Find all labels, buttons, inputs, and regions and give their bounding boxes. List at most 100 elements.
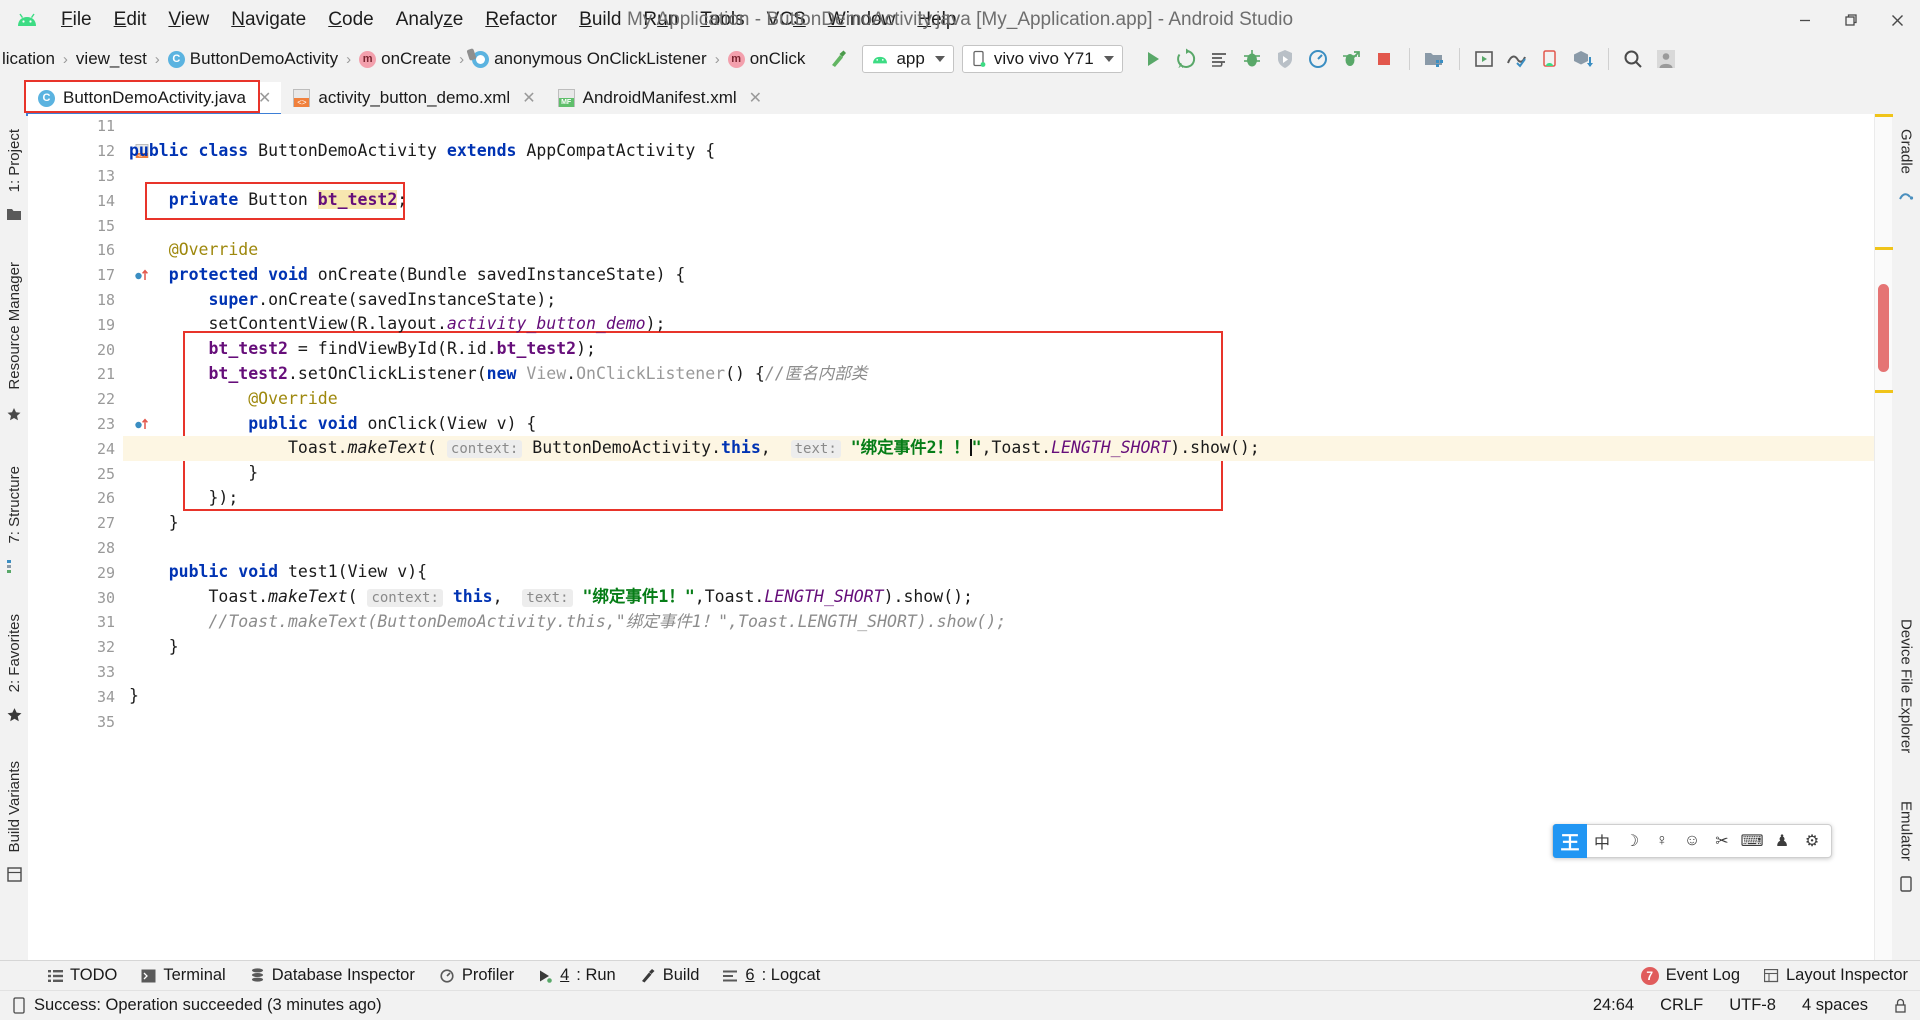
module-selector[interactable]: app (862, 45, 954, 73)
menu-item-vcs[interactable]: VCS (756, 5, 817, 35)
device-selector[interactable]: vivo vivo Y71 (961, 45, 1123, 73)
avd-manager-icon[interactable] (1468, 44, 1501, 74)
breadcrumb-item-anonymous-onclicklistener[interactable]: anonymous OnClickListener (470, 47, 709, 71)
code-line[interactable]: //Toast.makeText(ButtonDemoActivity.this… (123, 610, 1874, 635)
bottom-tool-event-log[interactable]: 7 Event Log (1629, 963, 1752, 988)
code-line[interactable]: Toast.makeText( context: ButtonDemoActiv… (123, 436, 1874, 462)
line-separator[interactable]: CRLF (1647, 993, 1716, 1018)
sidebar-item-structure[interactable]: 7: Structure (2, 457, 27, 553)
code-line[interactable]: Toast.makeText( context: this, text: "绑定… (123, 585, 1874, 610)
code-line[interactable] (123, 114, 1874, 139)
breadcrumb-item-view-test[interactable]: view_test (74, 47, 149, 71)
lock-icon[interactable] (1881, 995, 1920, 1016)
rerun-icon[interactable]: A (1170, 44, 1203, 74)
code-line[interactable]: public class ButtonDemoActivity extends … (123, 139, 1874, 164)
sdk-manager-icon[interactable] (1418, 44, 1451, 74)
apply-changes-icon[interactable] (1335, 44, 1368, 74)
menu-item-navigate[interactable]: Navigate (220, 5, 317, 35)
code-line[interactable]: } (123, 461, 1874, 486)
code-line[interactable] (123, 660, 1874, 685)
bottom-tool-build[interactable]: Build (628, 963, 712, 988)
code-line[interactable]: bt_test2.setOnClickListener(new View.OnC… (123, 362, 1874, 387)
stop-icon[interactable] (1368, 44, 1401, 74)
caret-position[interactable]: 24:64 (1580, 993, 1647, 1018)
menu-item-help[interactable]: Help (906, 5, 967, 35)
minimize-button[interactable] (1782, 0, 1828, 40)
code-line[interactable]: super.onCreate(savedInstanceState); (123, 288, 1874, 313)
close-icon[interactable]: ✕ (258, 88, 271, 108)
sidebar-item-favorites[interactable]: 2: Favorites (2, 605, 27, 701)
bottom-tool-layout-inspector[interactable]: Layout Inspector (1752, 963, 1920, 988)
bottom-tool-logcat[interactable]: 6: Logcat (711, 963, 832, 988)
menu-item-analyze[interactable]: Analyze (385, 5, 475, 35)
code-line[interactable]: } (123, 684, 1874, 709)
breadcrumb-item-oncreate[interactable]: m onCreate (357, 47, 453, 71)
code-line[interactable]: }); (123, 486, 1874, 511)
indent-setting[interactable]: 4 spaces (1789, 993, 1881, 1018)
close-icon[interactable]: ✕ (749, 88, 762, 108)
sidebar-item-device-file-explorer[interactable]: Device File Explorer (1894, 610, 1919, 762)
code-line[interactable] (123, 164, 1874, 189)
code-line[interactable]: } (123, 511, 1874, 536)
ime-button-2[interactable]: ♀ (1647, 824, 1677, 858)
menu-item-file[interactable]: File (50, 5, 103, 35)
sidebar-item-build-variants[interactable]: Build Variants (2, 752, 27, 861)
build-hammer-icon[interactable] (821, 44, 854, 74)
ime-button-0[interactable]: 中 (1587, 824, 1617, 858)
breadcrumb-item-buttondemoactivity[interactable]: C ButtonDemoActivity (166, 47, 340, 71)
ime-button-6[interactable]: ♟ (1767, 824, 1797, 858)
device-manager-icon[interactable] (1534, 44, 1567, 74)
menu-item-build[interactable]: Build (568, 5, 632, 35)
ime-button-5[interactable]: ⌨ (1737, 824, 1767, 858)
app-bundle-icon[interactable] (1567, 44, 1600, 74)
sidebar-item-resource-manager[interactable]: Resource Manager (2, 253, 27, 399)
code-line[interactable]: @Override (123, 238, 1874, 263)
sync-gradle-icon[interactable] (1501, 44, 1534, 74)
code-line[interactable]: private Button bt_test2; (123, 188, 1874, 213)
bottom-tool-todo[interactable]: TODO (36, 963, 129, 988)
code-line[interactable]: } (123, 635, 1874, 660)
ime-logo-icon[interactable]: 王 (1553, 824, 1587, 858)
close-button[interactable] (1874, 0, 1920, 40)
close-icon[interactable]: ✕ (522, 88, 535, 108)
breadcrumb-item-onclick[interactable]: m onClick (726, 47, 808, 71)
file-encoding[interactable]: UTF-8 (1716, 993, 1789, 1018)
search-everywhere-icon[interactable] (1617, 44, 1650, 74)
run-icon[interactable] (1137, 44, 1170, 74)
code-line[interactable] (123, 709, 1874, 734)
menu-item-window[interactable]: Window (817, 5, 907, 35)
menu-item-tools[interactable]: Tools (689, 5, 755, 35)
sidebar-item-emulator[interactable]: Emulator (1894, 792, 1919, 870)
menu-item-run[interactable]: Run (632, 5, 689, 35)
code-line[interactable]: protected void onCreate(Bundle savedInst… (123, 263, 1874, 288)
code-line[interactable]: public void test1(View v){ (123, 560, 1874, 585)
bottom-tool-profiler[interactable]: Profiler (427, 963, 526, 988)
menu-item-edit[interactable]: Edit (103, 5, 158, 35)
editor-tab-androidmanifest-xml[interactable]: AndroidManifest.xml ✕ (546, 82, 772, 114)
code-line[interactable] (123, 213, 1874, 238)
sidebar-item-gradle[interactable]: Gradle (1894, 120, 1919, 183)
editor-tab-buttondemoactivity-java[interactable]: C ButtonDemoActivity.java ✕ (26, 82, 282, 116)
maximize-button[interactable] (1828, 0, 1874, 40)
menu-item-code[interactable]: Code (317, 5, 384, 35)
code-line[interactable]: public void onClick(View v) { (123, 412, 1874, 437)
sidebar-item-project[interactable]: 1: Project (2, 120, 27, 201)
ime-button-3[interactable]: ☺ (1677, 824, 1707, 858)
scrollbar-thumb[interactable] (1878, 284, 1889, 372)
bottom-tool-database-inspector[interactable]: Database Inspector (238, 963, 427, 988)
ime-button-4[interactable]: ✂ (1707, 824, 1737, 858)
code-line[interactable]: setContentView(R.layout.activity_button_… (123, 312, 1874, 337)
bottom-tool-run[interactable]: 4: Run (526, 963, 628, 988)
editor-scrollbar[interactable] (1874, 114, 1893, 960)
breadcrumb-item-lication[interactable]: lication (0, 47, 57, 71)
code-line[interactable] (123, 536, 1874, 561)
debug-icon[interactable] (1236, 44, 1269, 74)
editor-gutter[interactable]: 11 12 <> 13 14 15 16 17 18 19 20 21 22 23 24 25 26 27 28 29… (28, 114, 149, 960)
debug-attach-icon[interactable] (1269, 44, 1302, 74)
ime-button-7[interactable]: ⚙ (1797, 824, 1827, 858)
code-line[interactable]: @Override (123, 387, 1874, 412)
code-line[interactable]: bt_test2 = findViewById(R.id.bt_test2); (123, 337, 1874, 362)
bottom-tool-terminal[interactable]: Terminal (129, 963, 237, 988)
ime-toolbar[interactable]: 王中 ☽ ♀ ☺ ✂ ⌨ ♟ ⚙ (1552, 824, 1832, 858)
editor-tab-activity-button-demo-xml[interactable]: activity_button_demo.xml ✕ (281, 82, 545, 114)
